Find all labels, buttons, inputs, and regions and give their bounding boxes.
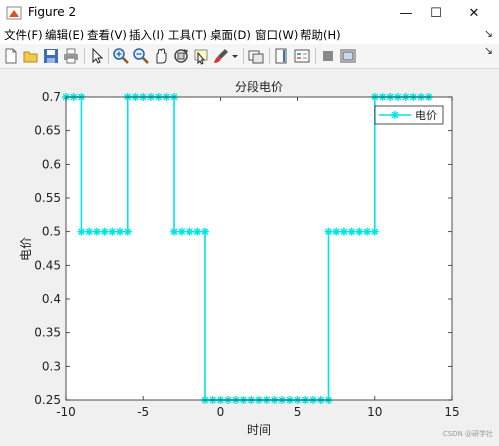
data-point-marker bbox=[92, 227, 101, 236]
maximize-icon: ☐ bbox=[430, 5, 442, 21]
rotate-3d-icon[interactable] bbox=[172, 47, 190, 65]
legend-icon[interactable] bbox=[293, 47, 311, 65]
window-title: Figure 2 bbox=[28, 5, 77, 19]
x-tick-label: 10 bbox=[367, 405, 382, 419]
data-point-marker bbox=[116, 227, 125, 236]
x-tick-label: 5 bbox=[294, 405, 302, 419]
y-tick-label: 0.45 bbox=[34, 258, 61, 272]
axes-background bbox=[66, 97, 452, 400]
data-point-marker bbox=[355, 227, 364, 236]
maximize-button[interactable]: ☐ bbox=[418, 0, 454, 26]
link-plot-icon[interactable] bbox=[247, 47, 265, 65]
toolbar-separator bbox=[269, 48, 270, 64]
menu-tools[interactable]: 工具(T) bbox=[168, 27, 207, 43]
title-bar: Figure 2 — ☐ ✕ bbox=[0, 0, 499, 27]
y-tick-label: 0.65 bbox=[34, 124, 61, 138]
data-point-marker bbox=[77, 227, 86, 236]
pan-icon[interactable] bbox=[152, 47, 170, 65]
legend-entry-label: 电价 bbox=[415, 109, 437, 122]
data-point-marker bbox=[347, 227, 356, 236]
data-point-marker bbox=[85, 227, 94, 236]
chart[interactable]: -10 -5 0 5 10 15 0.25 0.3 0.35 0.4 0.45 0.5 0.55 0.6 0… bbox=[0, 69, 499, 442]
y-tick-label: 0.25 bbox=[34, 393, 61, 407]
matlab-figure-icon bbox=[6, 6, 22, 20]
data-point-marker bbox=[193, 227, 202, 236]
y-tick-label: 0.5 bbox=[42, 225, 61, 239]
y-tick-label: 0.4 bbox=[42, 292, 61, 306]
data-point-marker bbox=[391, 111, 399, 119]
zoom-in-icon[interactable] bbox=[112, 47, 130, 65]
new-figure-icon[interactable] bbox=[2, 47, 20, 65]
chart-title: 分段电价 bbox=[235, 79, 283, 94]
toolbar-separator bbox=[108, 48, 109, 64]
toolbar: ↘ bbox=[0, 44, 499, 69]
y-axis-label: 电价 bbox=[19, 237, 33, 261]
menu-insert[interactable]: 插入(I) bbox=[129, 27, 164, 43]
y-tick-label: 0.7 bbox=[42, 90, 61, 104]
figure-canvas: -10 -5 0 5 10 15 0.25 0.3 0.35 0.4 0.45 0.5 0.55 0.6 0… bbox=[0, 69, 499, 442]
brush-icon[interactable] bbox=[212, 47, 230, 65]
hide-plot-tools-icon[interactable] bbox=[319, 47, 337, 65]
data-point-marker bbox=[332, 227, 341, 236]
x-tick-label: 15 bbox=[444, 405, 459, 419]
y-tick-label: 0.3 bbox=[42, 359, 61, 373]
menu-edit[interactable]: 编辑(E) bbox=[45, 27, 84, 43]
data-point-marker bbox=[200, 227, 209, 236]
close-button[interactable]: ✕ bbox=[456, 0, 492, 26]
save-icon[interactable] bbox=[42, 47, 60, 65]
x-tick-label: -5 bbox=[137, 405, 149, 419]
x-axis-label: 时间 bbox=[247, 423, 271, 437]
pointer-icon[interactable] bbox=[88, 47, 106, 65]
watermark: CSDN @研学社 bbox=[442, 430, 493, 438]
data-cursor-icon[interactable] bbox=[192, 47, 210, 65]
y-tick-label: 0.6 bbox=[42, 157, 61, 171]
x-tick-label: -10 bbox=[56, 405, 76, 419]
menu-window[interactable]: 窗口(W) bbox=[255, 27, 298, 43]
toolbar-separator bbox=[243, 48, 244, 64]
data-point-marker bbox=[370, 227, 379, 236]
data-point-marker bbox=[363, 227, 372, 236]
menu-dock-arrow-icon[interactable]: ↘ bbox=[484, 27, 493, 40]
menu-file[interactable]: 文件(F) bbox=[4, 27, 43, 43]
y-tick-label: 0.55 bbox=[34, 191, 61, 205]
dropdown-arrow-icon[interactable] bbox=[230, 47, 240, 65]
y-tick-label: 0.35 bbox=[34, 326, 61, 340]
minimize-icon: — bbox=[399, 5, 413, 21]
data-point-marker bbox=[123, 227, 132, 236]
menu-help[interactable]: 帮助(H) bbox=[300, 27, 341, 43]
data-point-marker bbox=[185, 227, 194, 236]
menu-view[interactable]: 查看(V) bbox=[87, 27, 127, 43]
toolbar-dock-arrow-icon[interactable]: ↘ bbox=[484, 44, 493, 57]
print-icon[interactable] bbox=[62, 47, 80, 65]
toolbar-separator bbox=[315, 48, 316, 64]
toolbar-separator bbox=[84, 48, 85, 64]
menu-desktop[interactable]: 桌面(D) bbox=[210, 27, 251, 43]
data-point-marker bbox=[324, 227, 333, 236]
show-plot-tools-icon[interactable] bbox=[339, 47, 357, 65]
zoom-out-icon[interactable] bbox=[132, 47, 150, 65]
data-point-marker bbox=[108, 227, 117, 236]
data-point-marker bbox=[100, 227, 109, 236]
colorbar-icon[interactable] bbox=[273, 47, 291, 65]
menu-bar: 文件(F) 编辑(E) 查看(V) 插入(I) 工具(T) 桌面(D) 窗口(W… bbox=[0, 26, 499, 44]
data-point-marker bbox=[339, 227, 348, 236]
data-point-marker bbox=[170, 227, 179, 236]
x-tick-label: 0 bbox=[217, 405, 225, 419]
close-icon: ✕ bbox=[468, 5, 480, 21]
open-file-icon[interactable] bbox=[22, 47, 40, 65]
data-point-marker bbox=[177, 227, 186, 236]
